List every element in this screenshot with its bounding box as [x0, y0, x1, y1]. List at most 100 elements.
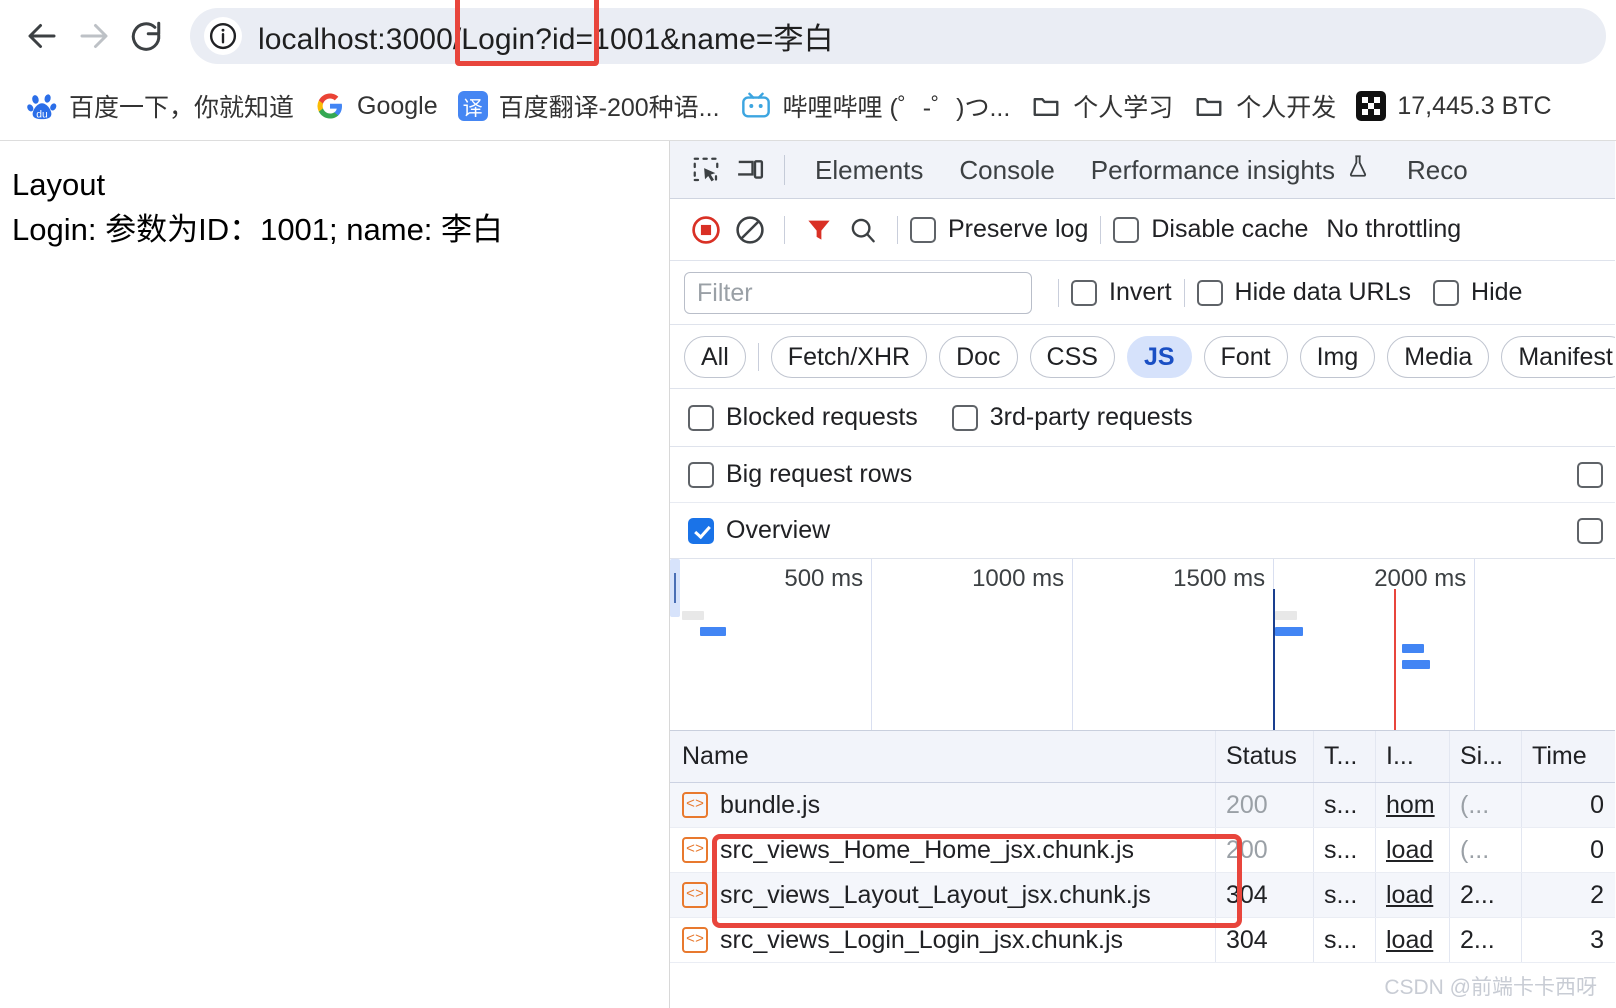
network-overview-timeline[interactable]: 500 ms 1000 ms 1500 ms 2000 ms — [670, 559, 1615, 731]
edge-checkbox-right[interactable] — [1577, 517, 1603, 544]
bookmarks-bar: du 百度一下，你就知道 Google 译 百度翻译-200种语... 哔哩哔哩… — [0, 72, 1616, 140]
tab-elements[interactable]: Elements — [797, 141, 941, 198]
toolbar-divider — [784, 154, 785, 185]
checkbox-box[interactable] — [910, 216, 936, 243]
column-header-name[interactable]: Name — [670, 731, 1216, 782]
hide-data-urls-checkbox[interactable]: Hide data URLs — [1196, 278, 1412, 307]
checkbox-label: Hide data URLs — [1234, 278, 1412, 306]
overview-checkbox[interactable]: Overview — [688, 516, 830, 545]
checkbox-label: Overview — [726, 516, 831, 544]
type-filter-doc[interactable]: Doc — [939, 335, 1018, 378]
bookmark-folder-dev[interactable]: 个人开发 — [1183, 82, 1346, 130]
cell-name[interactable]: <> src_views_Home_Home_jsx.chunk.js — [670, 828, 1216, 872]
overview-marker-load — [1393, 589, 1396, 730]
type-filter-fetch-xhr[interactable]: Fetch/XHR — [770, 335, 928, 378]
page-viewport: Layout Login: 参数为ID：1001; name: 李白 — [0, 141, 670, 1008]
preserve-log-checkbox[interactable]: Preserve log — [910, 215, 1088, 244]
disable-cache-checkbox[interactable]: Disable cache — [1113, 215, 1308, 244]
type-filter-css[interactable]: CSS — [1029, 335, 1115, 378]
cell-initiator[interactable]: load — [1376, 828, 1450, 872]
checkbox-box[interactable] — [1433, 279, 1460, 306]
record-stop-icon[interactable] — [684, 208, 728, 252]
bookmark-folder-study[interactable]: 个人学习 — [1020, 82, 1183, 130]
table-row[interactable]: <> bundle.js 200 s... hom (... 0 — [670, 783, 1615, 828]
type-filter-img[interactable]: Img — [1299, 335, 1376, 378]
cell-name[interactable]: <> src_views_Login_Login_jsx.chunk.js — [670, 918, 1216, 962]
column-header-size[interactable]: Si... — [1450, 731, 1522, 782]
page-login-params: Login: 参数为ID：1001; name: 李白 — [12, 211, 504, 247]
toolbar-divider — [1183, 278, 1185, 307]
overview-request-bar — [1401, 660, 1430, 669]
request-name: src_views_Home_Home_jsx.chunk.js — [720, 835, 1135, 864]
network-toolbar: Preserve log Disable cache No throttling — [670, 199, 1615, 261]
cell-initiator[interactable]: load — [1376, 918, 1450, 962]
tab-console[interactable]: Console — [941, 141, 1072, 198]
checkbox-label: Big request rows — [726, 460, 913, 488]
inspect-element-icon[interactable] — [684, 148, 728, 192]
checkbox-box[interactable] — [1071, 279, 1097, 306]
type-filter-font[interactable]: Font — [1203, 335, 1288, 378]
column-header-time[interactable]: Time — [1522, 731, 1614, 782]
cell-initiator[interactable]: load — [1376, 873, 1450, 917]
checkbox-label: Hide — [1471, 278, 1523, 306]
blocked-requests-checkbox[interactable]: Blocked requests — [688, 403, 918, 432]
cell-name[interactable]: <> src_views_Layout_Layout_jsx.chunk.js — [670, 873, 1216, 917]
forward-button[interactable] — [68, 10, 120, 62]
bookmark-bilibili[interactable]: 哔哩哔哩 (゜-゜)つ... — [730, 82, 1021, 130]
device-toolbar-icon[interactable] — [728, 148, 772, 192]
checkbox-box[interactable] — [1196, 279, 1223, 306]
overview-request-bar — [1275, 611, 1298, 620]
bookmark-baidu[interactable]: du 百度一下，你就知道 — [16, 82, 304, 130]
table-row[interactable]: <> src_views_Login_Login_jsx.chunk.js 304 s… — [670, 918, 1615, 963]
bookmark-fanyi[interactable]: 译 百度翻译-200种语... — [448, 82, 730, 130]
url-text[interactable]: localhost:3000/Login?id=1001&name=李白 — [258, 14, 834, 58]
cell-type: s... — [1314, 828, 1376, 872]
invert-checkbox[interactable]: Invert — [1071, 278, 1172, 307]
checkbox-box[interactable] — [688, 461, 714, 488]
third-party-requests-checkbox[interactable]: 3rd-party requests — [951, 403, 1193, 432]
edge-checkbox-right[interactable] — [1577, 461, 1603, 488]
table-row[interactable]: <> src_views_Layout_Layout_jsx.chunk.js 30… — [670, 873, 1615, 918]
type-filter-media[interactable]: Media — [1387, 335, 1490, 378]
filter-funnel-icon[interactable] — [797, 208, 841, 252]
js-file-icon: <> — [682, 792, 708, 818]
cell-initiator[interactable]: hom — [1376, 783, 1450, 827]
column-header-status[interactable]: Status — [1216, 731, 1314, 782]
reload-button[interactable] — [120, 10, 172, 62]
cell-size: 2... — [1450, 873, 1522, 917]
throttling-select[interactable]: No throttling — [1326, 215, 1461, 244]
bookmark-btc[interactable]: 17,445.3 BTC — [1346, 82, 1561, 130]
main-split: Layout Login: 参数为ID：1001; name: 李白 Eleme… — [0, 140, 1616, 1008]
tab-performance-insights[interactable]: Performance insights — [1073, 141, 1389, 198]
filter-input[interactable]: Filter — [684, 271, 1032, 314]
checkbox-box[interactable] — [688, 404, 714, 431]
checkbox-box[interactable] — [1113, 216, 1140, 243]
folder-icon — [1030, 90, 1062, 122]
column-header-initiator[interactable]: I... — [1376, 731, 1450, 782]
overview-selection-handle[interactable] — [670, 559, 680, 617]
bookmark-label: 个人开发 — [1236, 94, 1337, 122]
back-button[interactable] — [16, 10, 68, 62]
tab-recorder[interactable]: Reco — [1389, 141, 1486, 198]
address-bar[interactable]: localhost:3000/Login?id=1001&name=李白 — [190, 0, 1606, 66]
search-icon[interactable] — [841, 208, 885, 252]
clear-icon[interactable] — [728, 208, 772, 252]
type-filter-js[interactable]: JS — [1126, 335, 1192, 378]
type-filter-all[interactable]: All — [684, 335, 746, 378]
overview-request-bar — [700, 627, 727, 636]
type-filter-manifest[interactable]: Manifest — [1501, 335, 1615, 378]
checkbox-box[interactable] — [688, 517, 714, 544]
overview-gridline — [1072, 559, 1074, 730]
js-file-icon: <> — [682, 837, 708, 863]
table-row[interactable]: <> src_views_Home_Home_jsx.chunk.js 200 s..… — [670, 828, 1615, 873]
table-header: Name Status T... I... Si... Time — [670, 731, 1615, 783]
hide-extension-urls-checkbox[interactable]: Hide — [1433, 278, 1522, 307]
column-header-type[interactable]: T... — [1314, 731, 1376, 782]
svg-text:du: du — [36, 109, 48, 120]
checkbox-box[interactable] — [951, 404, 978, 431]
cell-status: 304 — [1216, 918, 1314, 962]
info-circle-icon[interactable] — [204, 17, 242, 55]
big-request-rows-checkbox[interactable]: Big request rows — [688, 460, 912, 489]
bookmark-google[interactable]: Google — [304, 82, 448, 130]
cell-name[interactable]: <> bundle.js — [670, 783, 1216, 827]
